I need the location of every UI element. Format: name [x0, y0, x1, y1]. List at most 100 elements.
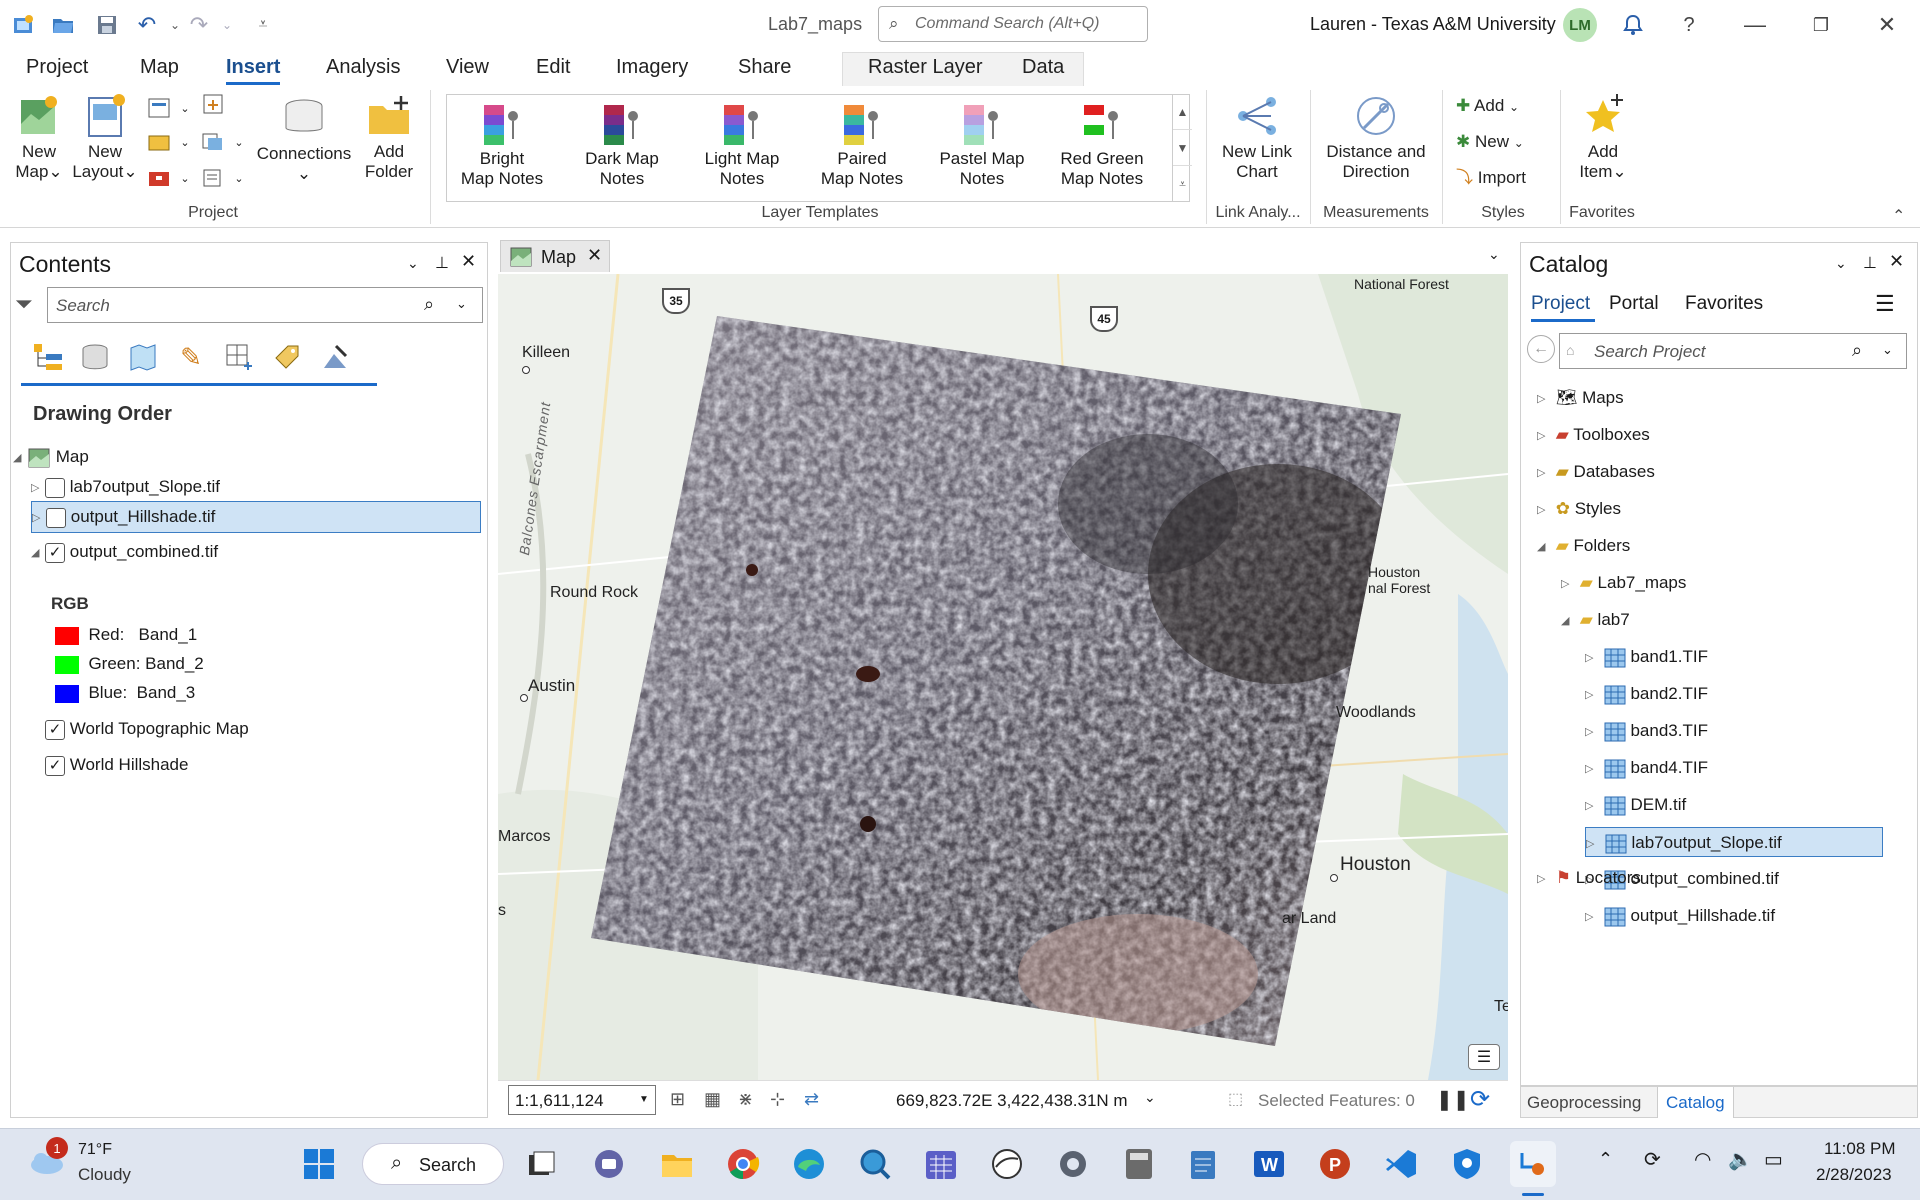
calculator-icon[interactable] [1116, 1141, 1162, 1187]
basemap-visibility-checkbox[interactable]: ✓ [45, 755, 65, 776]
catalog-item-styles[interactable]: ▷ ✿ Styles [1537, 494, 1621, 524]
layer-row-selected[interactable]: ▷ output_Hillshade.tif [31, 501, 481, 533]
map-view-tab[interactable]: Map ✕ [500, 240, 610, 272]
list-by-snapping-icon[interactable] [219, 337, 259, 377]
close-pane-icon[interactable]: ✕ [1889, 251, 1904, 272]
import-style-button[interactable]: ⤵ Import [1456, 168, 1556, 188]
layer-template-item[interactable]: Bright Map Notes [447, 105, 557, 189]
map-canvas[interactable]: Killeen Round Rock Austin Marcos s Balco… [498, 274, 1508, 1080]
restore-icon[interactable]: ❐ [1804, 10, 1838, 40]
chevron-down-icon[interactable]: ⌄ [172, 96, 198, 120]
list-by-selection-icon[interactable] [123, 337, 163, 377]
arcgis-pro-icon[interactable] [1510, 1141, 1556, 1187]
minimize-icon[interactable]: — [1738, 10, 1772, 40]
back-icon[interactable]: ← [1527, 335, 1555, 363]
catalog-tab-favorites[interactable]: Favorites [1685, 293, 1763, 315]
raster-file-item[interactable]: ▷ DEM.tif [1585, 790, 1686, 820]
chevron-up-icon[interactable]: ⌃ [1598, 1149, 1613, 1170]
gallery-up-icon[interactable]: ▲ [1173, 94, 1192, 130]
layer-row[interactable]: ◢ ✓ output_combined.tif [31, 537, 218, 567]
list-by-editing-icon[interactable]: ✎ [171, 337, 211, 377]
chevron-down-icon[interactable]: ⌄ [226, 130, 252, 154]
list-by-perspective-imagery-icon[interactable] [315, 337, 355, 377]
add-style-button[interactable]: ✚ Add ⌄ [1456, 96, 1556, 117]
catalog-bottom-tab[interactable]: Catalog [1657, 1087, 1734, 1118]
command-search-input[interactable]: ⌕ Command Search (Alt+Q) [878, 6, 1148, 42]
teams-chat-icon[interactable] [586, 1141, 632, 1187]
add-folder-button[interactable]: Add Folder [356, 94, 422, 182]
pause-drawing-icon[interactable]: ❚❚ [1436, 1087, 1470, 1112]
add-item-button[interactable]: Add Item⌄ [1568, 94, 1638, 182]
expand-triangle-icon[interactable]: ▷ [1537, 458, 1551, 488]
expand-triangle-icon[interactable]: ▷ [1585, 643, 1599, 673]
close-tab-icon[interactable]: ✕ [587, 245, 602, 266]
save-project-icon[interactable] [92, 10, 122, 40]
new-map-button[interactable]: New Map⌄ [6, 94, 72, 182]
correction-icon[interactable]: ⇄ [804, 1089, 819, 1110]
chrome-icon[interactable] [720, 1141, 766, 1187]
map-node[interactable]: ◢ Map [13, 442, 89, 472]
band-legend-row[interactable]: Blue: Band_3 [55, 678, 195, 708]
search-app-icon[interactable] [852, 1141, 898, 1187]
tab-view[interactable]: View [446, 56, 489, 79]
chevron-down-icon[interactable]: ⌄ [172, 130, 198, 154]
help-icon[interactable]: ? [1672, 10, 1706, 40]
band-color-swatch[interactable] [55, 684, 79, 703]
expand-triangle-icon[interactable]: ◢ [31, 538, 45, 568]
basemap-row[interactable]: ✓ World Hillshade [45, 750, 188, 780]
powerpoint-icon[interactable]: P [1312, 1141, 1358, 1187]
pin-icon[interactable]: ⊥ [435, 253, 449, 273]
layer-template-item[interactable]: Paired Map Notes [807, 105, 917, 189]
refresh-icon[interactable]: ⟳ [1470, 1085, 1490, 1114]
task-icon[interactable] [200, 130, 226, 154]
task-view-icon[interactable] [518, 1141, 564, 1187]
distance-direction-button[interactable]: Distance and Direction [1316, 94, 1436, 182]
catalog-item-folders[interactable]: ◢ ▰ Folders [1537, 531, 1630, 561]
list-by-source-icon[interactable] [75, 337, 115, 377]
expand-triangle-icon[interactable]: ▷ [1585, 902, 1599, 932]
avatar[interactable]: LM [1563, 8, 1597, 42]
signed-in-user[interactable]: Lauren - Texas A&M University [1310, 14, 1556, 35]
chevron-down-icon[interactable]: ⌄ [172, 166, 198, 190]
expand-triangle-icon[interactable]: ▷ [1585, 717, 1599, 747]
expand-triangle-icon[interactable]: ▷ [1537, 421, 1551, 451]
expand-triangle-icon[interactable]: ▷ [1537, 864, 1551, 894]
pin-icon[interactable]: ⊥ [1863, 253, 1877, 273]
expand-triangle-icon[interactable]: ▷ [1586, 829, 1600, 859]
tab-insert[interactable]: Insert [226, 56, 281, 85]
contents-search-input[interactable]: Search ⌕ ⌄ [47, 287, 483, 323]
tab-share[interactable]: Share [738, 56, 791, 79]
new-layout-button[interactable]: New Layout⌄ [72, 94, 138, 182]
tab-analysis[interactable]: Analysis [326, 56, 400, 79]
new-report-icon[interactable] [146, 96, 172, 120]
close-pane-icon[interactable]: ✕ [461, 251, 476, 272]
map-tips-icon[interactable]: ☰ [1468, 1044, 1500, 1070]
expand-triangle-icon[interactable]: ▷ [32, 503, 46, 533]
wifi-icon[interactable]: ◠ [1694, 1147, 1711, 1172]
layer-row[interactable]: ▷ lab7output_Slope.tif [31, 472, 220, 502]
clock-time[interactable]: 11:08 PM [1824, 1139, 1896, 1159]
tab-raster-layer[interactable]: Raster Layer [868, 56, 983, 79]
clock-date[interactable]: 2/28/2023 [1816, 1165, 1892, 1185]
expand-triangle-icon[interactable]: ◢ [13, 443, 27, 473]
catalog-tab-portal[interactable]: Portal [1609, 293, 1659, 315]
expand-triangle-icon[interactable]: ◢ [1561, 606, 1575, 636]
pane-options-icon[interactable]: ⌄ [1835, 255, 1847, 272]
layer-visibility-checkbox[interactable] [45, 477, 65, 498]
band-color-swatch[interactable] [55, 626, 79, 645]
list-by-labeling-icon[interactable] [267, 337, 307, 377]
arcgis-icon[interactable] [984, 1141, 1030, 1187]
layer-visibility-checkbox[interactable]: ✓ [45, 542, 65, 563]
raster-file-item[interactable]: ▷ band3.TIF [1585, 716, 1708, 746]
folder-lab7-maps[interactable]: ▷ ▰ Lab7_maps [1561, 568, 1686, 598]
raster-file-item[interactable]: ▷ band4.TIF [1585, 753, 1708, 783]
band-color-swatch[interactable] [55, 655, 79, 674]
layer-template-item[interactable]: Red Green Map Notes [1047, 105, 1157, 189]
notifications-icon[interactable] [1616, 10, 1650, 40]
sync-icon[interactable]: ⟳ [1644, 1147, 1661, 1172]
undo-icon[interactable]: ↶ [132, 10, 162, 40]
import-map-icon[interactable] [200, 92, 226, 116]
coordinate-format-icon[interactable]: ⌄ [1144, 1089, 1156, 1106]
expand-triangle-icon[interactable]: ▷ [1537, 384, 1551, 414]
open-project-icon[interactable] [48, 10, 78, 40]
